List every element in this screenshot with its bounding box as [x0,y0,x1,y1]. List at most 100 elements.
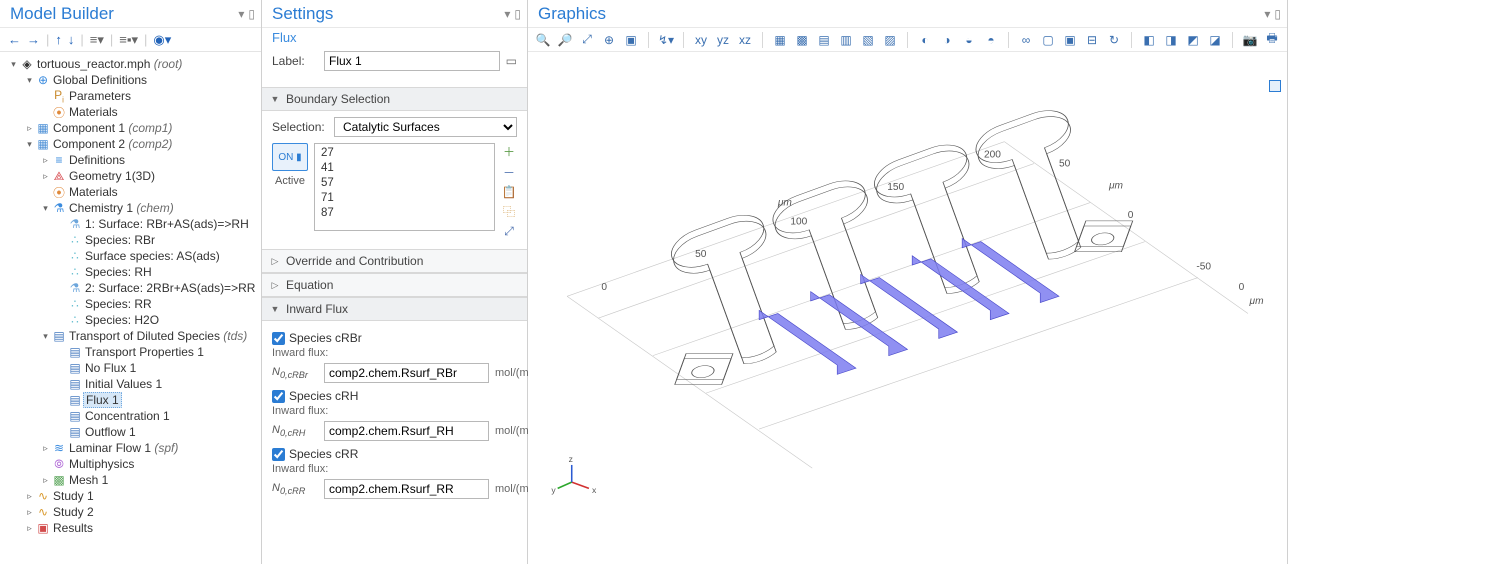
panel-close-icon[interactable]: ▯ [1274,7,1281,21]
species-rbr-node[interactable]: Species: RBr [83,233,155,247]
section-equation-head[interactable]: ▷ Equation [262,273,527,297]
global-materials-node[interactable]: Materials [67,105,118,119]
species-rr-node[interactable]: Species: RR [83,297,152,311]
camera-icon[interactable]: 📷 [1241,31,1259,49]
list-item[interactable]: 57 [321,176,488,191]
eye-icon[interactable]: ◉▾ [151,32,173,48]
species-as-node[interactable]: Surface species: AS(ads) [83,249,220,263]
section-inward-head[interactable]: ▼ Inward Flux [262,297,527,321]
species-h2o-node[interactable]: Species: H2O [83,313,159,327]
global-definitions-node[interactable]: Global Definitions [51,73,147,87]
list-item[interactable]: 87 [321,206,488,221]
light4-icon[interactable]: ◓ [982,31,1000,49]
concentration-node[interactable]: Concentration 1 [83,409,170,423]
sel-edge-icon[interactable]: ▤ [815,31,833,49]
active-toggle[interactable]: ON ▮ [272,143,308,171]
copy-icon[interactable]: ⿻ [503,203,515,220]
light-icon[interactable]: ◐ [916,31,934,49]
tds-node[interactable]: Transport of Diluted Species [69,329,220,343]
geometry-node[interactable]: Geometry 1(3D) [67,169,155,183]
chemistry-node[interactable]: Chemistry 1 [69,201,133,215]
parameters-node[interactable]: Parameters [67,89,131,103]
component1-node[interactable]: Component 1 [53,121,125,135]
panel-close-icon[interactable]: ▯ [514,7,521,21]
sel-point-icon[interactable]: ▥ [837,31,855,49]
species-checkbox[interactable] [272,390,285,403]
panel-close-icon[interactable]: ▯ [248,7,255,21]
view-xy-icon[interactable]: xy [692,31,710,49]
zoom-box-icon[interactable]: ⊕ [600,31,618,49]
collapse-icon[interactable]: ≡▾ [88,32,106,48]
multiphysics-node[interactable]: Multiphysics [67,457,134,471]
label-link-icon[interactable]: ▭ [506,54,517,68]
panel-menu-icon[interactable]: ▾ [238,7,244,21]
flux-expression-input[interactable] [324,421,489,441]
boundary-listbox[interactable]: 27 41 57 71 87 [314,143,495,231]
panel-menu-icon[interactable]: ▾ [504,7,510,21]
light2-icon[interactable]: ◑ [938,31,956,49]
print-icon[interactable]: 🖶 [1263,31,1281,49]
selection-dropdown[interactable]: Catalytic Surfaces [334,117,517,137]
initval-node[interactable]: Initial Values 1 [83,377,162,391]
materials2-node[interactable]: Materials [67,185,118,199]
show-icon[interactable]: ≡▪▾ [117,32,140,48]
ruler-icon[interactable]: ◧ [1140,31,1158,49]
zoom-sel-icon[interactable]: ⤢ [504,224,514,239]
panel-menu-icon[interactable]: ▾ [1264,7,1270,21]
add-icon[interactable]: ＋ [503,143,515,160]
sel-adj-icon[interactable]: ▨ [881,31,899,49]
sel-boundary-icon[interactable]: ▩ [793,31,811,49]
flux1-node[interactable]: Flux 1 [83,392,122,408]
species-checkbox[interactable] [272,332,285,345]
component2-node[interactable]: Component 2 [53,137,125,151]
view-yz-icon[interactable]: yz [714,31,732,49]
study1-node[interactable]: Study 1 [51,489,94,503]
list-item[interactable]: 27 [321,146,488,161]
root-node[interactable]: tortuous_reactor.mph [37,57,150,71]
hide-icon[interactable]: ⊟ [1083,31,1101,49]
study2-node[interactable]: Study 2 [51,505,94,519]
section-boundary-head[interactable]: ▼ Boundary Selection [262,87,527,111]
grid-icon[interactable]: ◩ [1184,31,1202,49]
zoom-out-icon[interactable]: 🔎 [556,31,574,49]
render-icon[interactable]: ▣ [1061,31,1079,49]
noflux-node[interactable]: No Flux 1 [83,361,136,375]
remove-icon[interactable]: － [503,164,515,181]
list-item[interactable]: 71 [321,191,488,206]
transparency-icon[interactable]: ∞ [1017,31,1035,49]
nav-fwd-icon[interactable]: → [25,32,42,47]
list-item[interactable]: 41 [321,161,488,176]
zoom-reset-icon[interactable]: ▣ [622,31,640,49]
refresh-icon[interactable]: ↻ [1105,31,1123,49]
sel-domain-icon[interactable]: ▦ [771,31,789,49]
species-rh-node[interactable]: Species: RH [83,265,152,279]
transport-props-node[interactable]: Transport Properties 1 [83,345,204,359]
axes-icon[interactable]: ◪ [1206,31,1224,49]
mesh-node[interactable]: Mesh 1 [67,473,108,487]
nav-up-icon[interactable]: ↑ [53,32,64,47]
flux-expression-input[interactable] [324,479,489,499]
orbit-icon[interactable]: ↯▾ [657,31,675,49]
label-input[interactable] [324,51,500,71]
outflow-node[interactable]: Outflow 1 [83,425,136,439]
nav-down-icon[interactable]: ↓ [66,32,77,47]
wireframe-icon[interactable]: ▢ [1039,31,1057,49]
definitions-node[interactable]: Definitions [67,153,125,167]
species-checkbox[interactable] [272,448,285,461]
laminar-node[interactable]: Laminar Flow 1 [69,441,151,455]
zoom-in-icon[interactable]: 🔍 [534,31,552,49]
model-tree[interactable]: ▾◈tortuous_reactor.mph (root) ▾⊕Global D… [0,52,261,564]
rxn1-node[interactable]: 1: Surface: RBr+AS(ads)=>RH [83,217,249,231]
paste-icon[interactable]: 📋 [502,185,517,199]
section-override-head[interactable]: ▷ Override and Contribution [262,249,527,273]
view-xz-icon[interactable]: xz [736,31,754,49]
nav-back-icon[interactable]: ← [6,32,23,47]
rxn2-node[interactable]: 2: Surface: 2RBr+AS(ads)=>RR [83,281,255,295]
clip-icon[interactable]: ◨ [1162,31,1180,49]
light3-icon[interactable]: ◒ [960,31,978,49]
results-node[interactable]: Results [51,521,93,535]
graphics-canvas[interactable]: 0 50 100 150 200 μm 50 0 -50 μm 0 μm [528,52,1287,564]
sel-none-icon[interactable]: ▧ [859,31,877,49]
zoom-extents-icon[interactable]: ⤢ [578,31,596,49]
flux-expression-input[interactable] [324,363,489,383]
